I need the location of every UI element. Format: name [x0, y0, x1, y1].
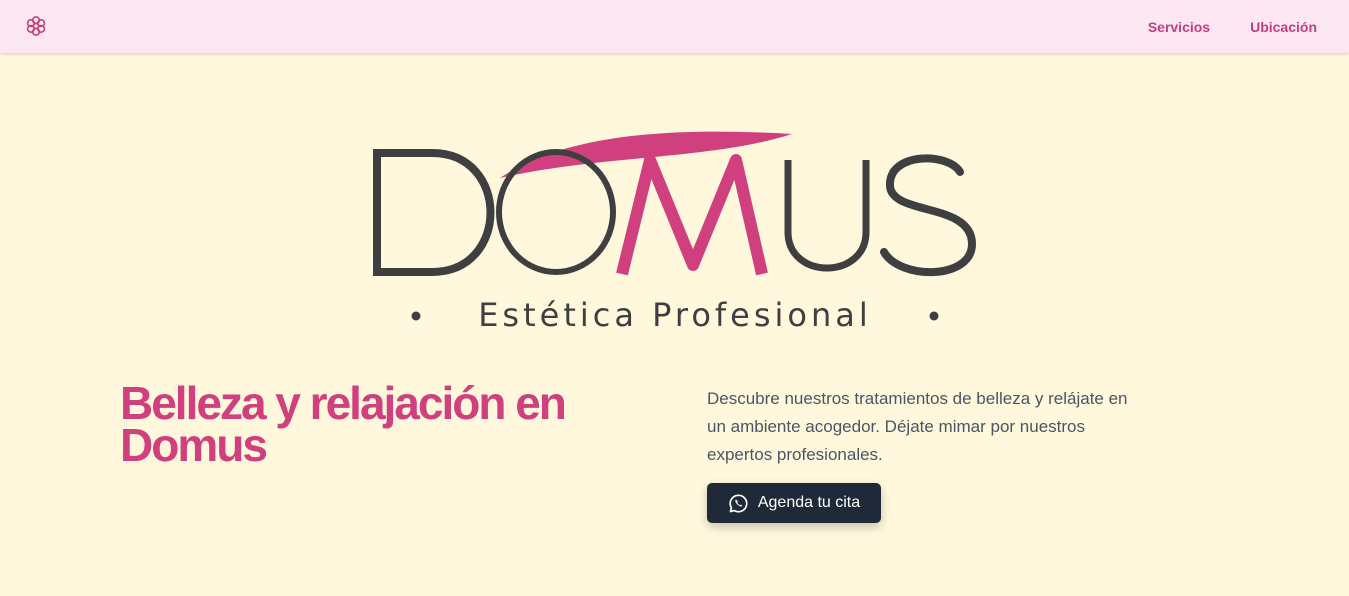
logo-tagline: Estética Profesional: [478, 296, 872, 334]
nav-link-ubicacion[interactable]: Ubicación: [1250, 19, 1317, 35]
hero-headline: Belleza y relajación en Domus: [120, 377, 567, 471]
hero-description: Descubre nuestros tratamientos de bellez…: [707, 389, 1128, 464]
nav-links: Servicios Ubicación: [1148, 0, 1317, 53]
flower-logo-icon[interactable]: [24, 14, 48, 38]
domus-logo: Estética Profesional: [360, 120, 990, 340]
navbar: Servicios Ubicación: [0, 0, 1349, 53]
cta-label: Agenda tu cita: [757, 494, 861, 511]
nav-link-servicios[interactable]: Servicios: [1148, 19, 1210, 35]
whatsapp-icon: [728, 493, 749, 514]
book-appointment-button[interactable]: Agenda tu cita: [707, 483, 881, 523]
